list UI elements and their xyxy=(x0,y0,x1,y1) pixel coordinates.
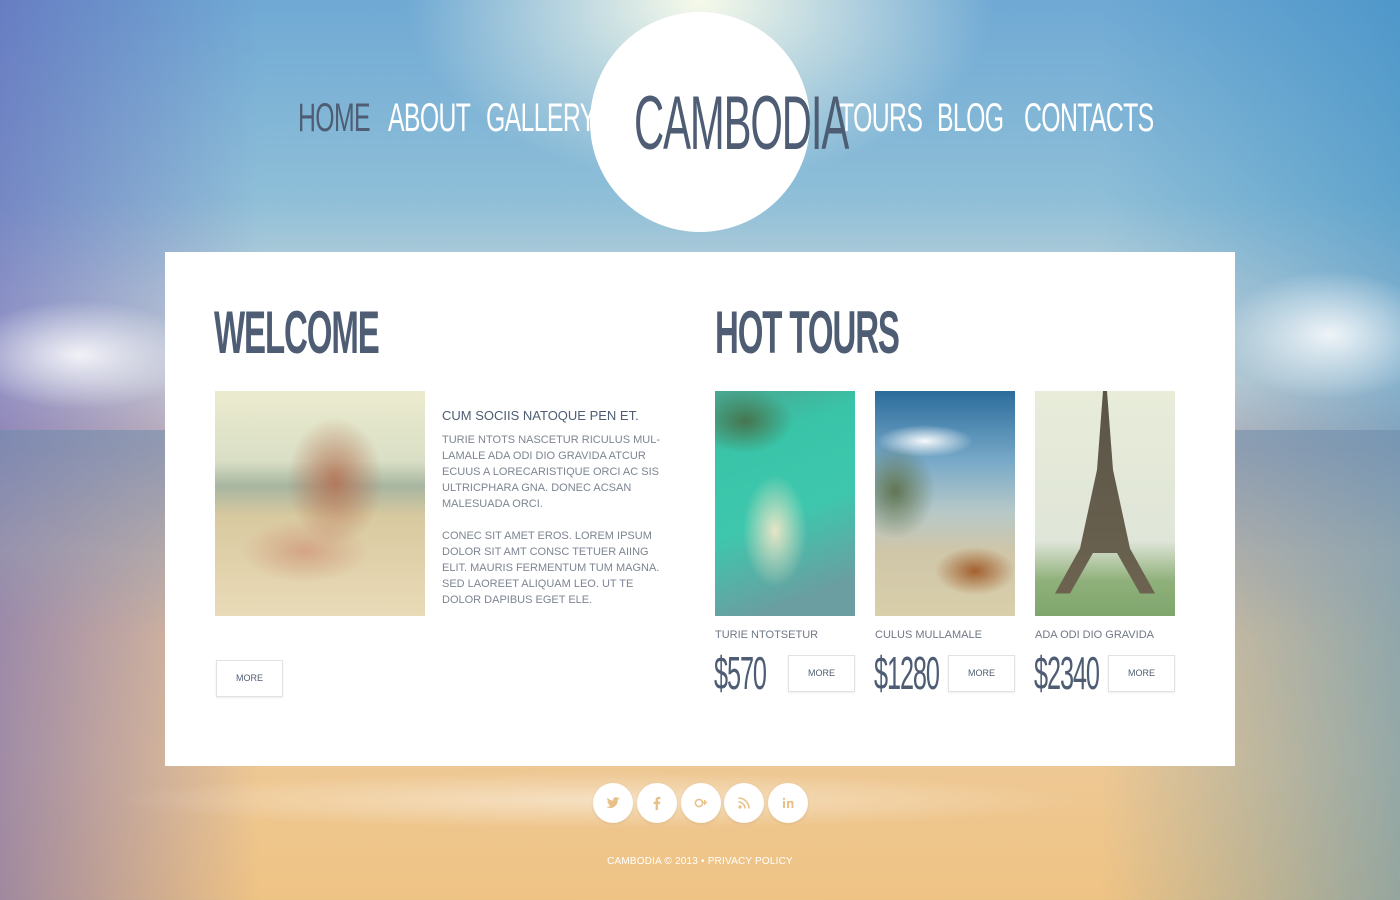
tour-price-3: $2340 xyxy=(1034,647,1100,699)
nav-tours[interactable]: TOURS xyxy=(839,96,923,141)
tour-name-3: ADA ODI DIO GRAVIDA xyxy=(1035,629,1154,641)
tour-price-2: $1280 xyxy=(874,647,940,699)
tour-name-1: TURIE NTOTSETUR xyxy=(715,629,819,641)
tour-more-button-1[interactable]: MORE xyxy=(788,655,855,692)
tour-photo-2[interactable] xyxy=(875,391,1015,616)
welcome-more-button[interactable]: MORE xyxy=(216,660,283,697)
facebook-icon xyxy=(653,796,661,810)
nav-gallery[interactable]: GALLERY xyxy=(486,96,596,141)
linkedin-button[interactable] xyxy=(768,783,808,823)
twitter-button[interactable] xyxy=(593,783,633,823)
rss-button[interactable] xyxy=(724,783,764,823)
cloud-right xyxy=(1220,270,1400,400)
tour-name-2: CULUS MULLAMALE xyxy=(875,629,982,641)
footer: CAMBODIA © 2013 • PRIVACY POLICY xyxy=(0,856,1400,867)
tour-photo-1[interactable] xyxy=(715,391,855,616)
site-logo[interactable]: CAMBODIA xyxy=(634,80,849,167)
nav-blog[interactable]: BLOG xyxy=(937,96,1004,141)
welcome-text: TURIE NTOTS NASCETUR RICULUS MUL- LAMALE… xyxy=(442,432,667,608)
eiffel-tower-shape xyxy=(1055,391,1155,594)
tour-price-1: $570 xyxy=(714,647,767,699)
welcome-subheading: CUM SOCIIS NATOQUE PEN ET. xyxy=(442,408,639,423)
google-plus-icon xyxy=(694,798,708,808)
tour-more-button-3[interactable]: MORE xyxy=(1108,655,1175,692)
privacy-policy-link[interactable]: PRIVACY POLICY xyxy=(708,856,793,867)
twitter-icon xyxy=(606,797,620,808)
nav-contacts[interactable]: CONTACTS xyxy=(1024,96,1154,141)
rss-icon xyxy=(738,797,750,809)
welcome-paragraph-1: TURIE NTOTS NASCETUR RICULUS MUL- LAMALE… xyxy=(442,434,660,510)
nav-home[interactable]: HOME xyxy=(298,96,371,141)
main-navigation: HOME ABOUT GALLERY CAMBODIA TOURS BLOG C… xyxy=(0,0,1400,250)
welcome-photo xyxy=(215,391,425,616)
nav-about[interactable]: ABOUT xyxy=(388,96,471,141)
welcome-paragraph-2: CONEC SIT AMET EROS. LOREM IPSUM DOLOR S… xyxy=(442,530,660,606)
facebook-button[interactable] xyxy=(637,783,677,823)
google-plus-button[interactable] xyxy=(681,783,721,823)
hot-tours-heading: HOT TOURS xyxy=(715,299,900,366)
tour-photo-3[interactable] xyxy=(1035,391,1175,616)
footer-copyright: CAMBODIA © 2013 • xyxy=(607,856,705,867)
linkedin-icon xyxy=(782,797,794,808)
tour-more-button-2[interactable]: MORE xyxy=(948,655,1015,692)
content-panel: WELCOME CUM SOCIIS NATOQUE PEN ET. TURIE… xyxy=(165,252,1235,766)
welcome-heading: WELCOME xyxy=(214,299,380,366)
